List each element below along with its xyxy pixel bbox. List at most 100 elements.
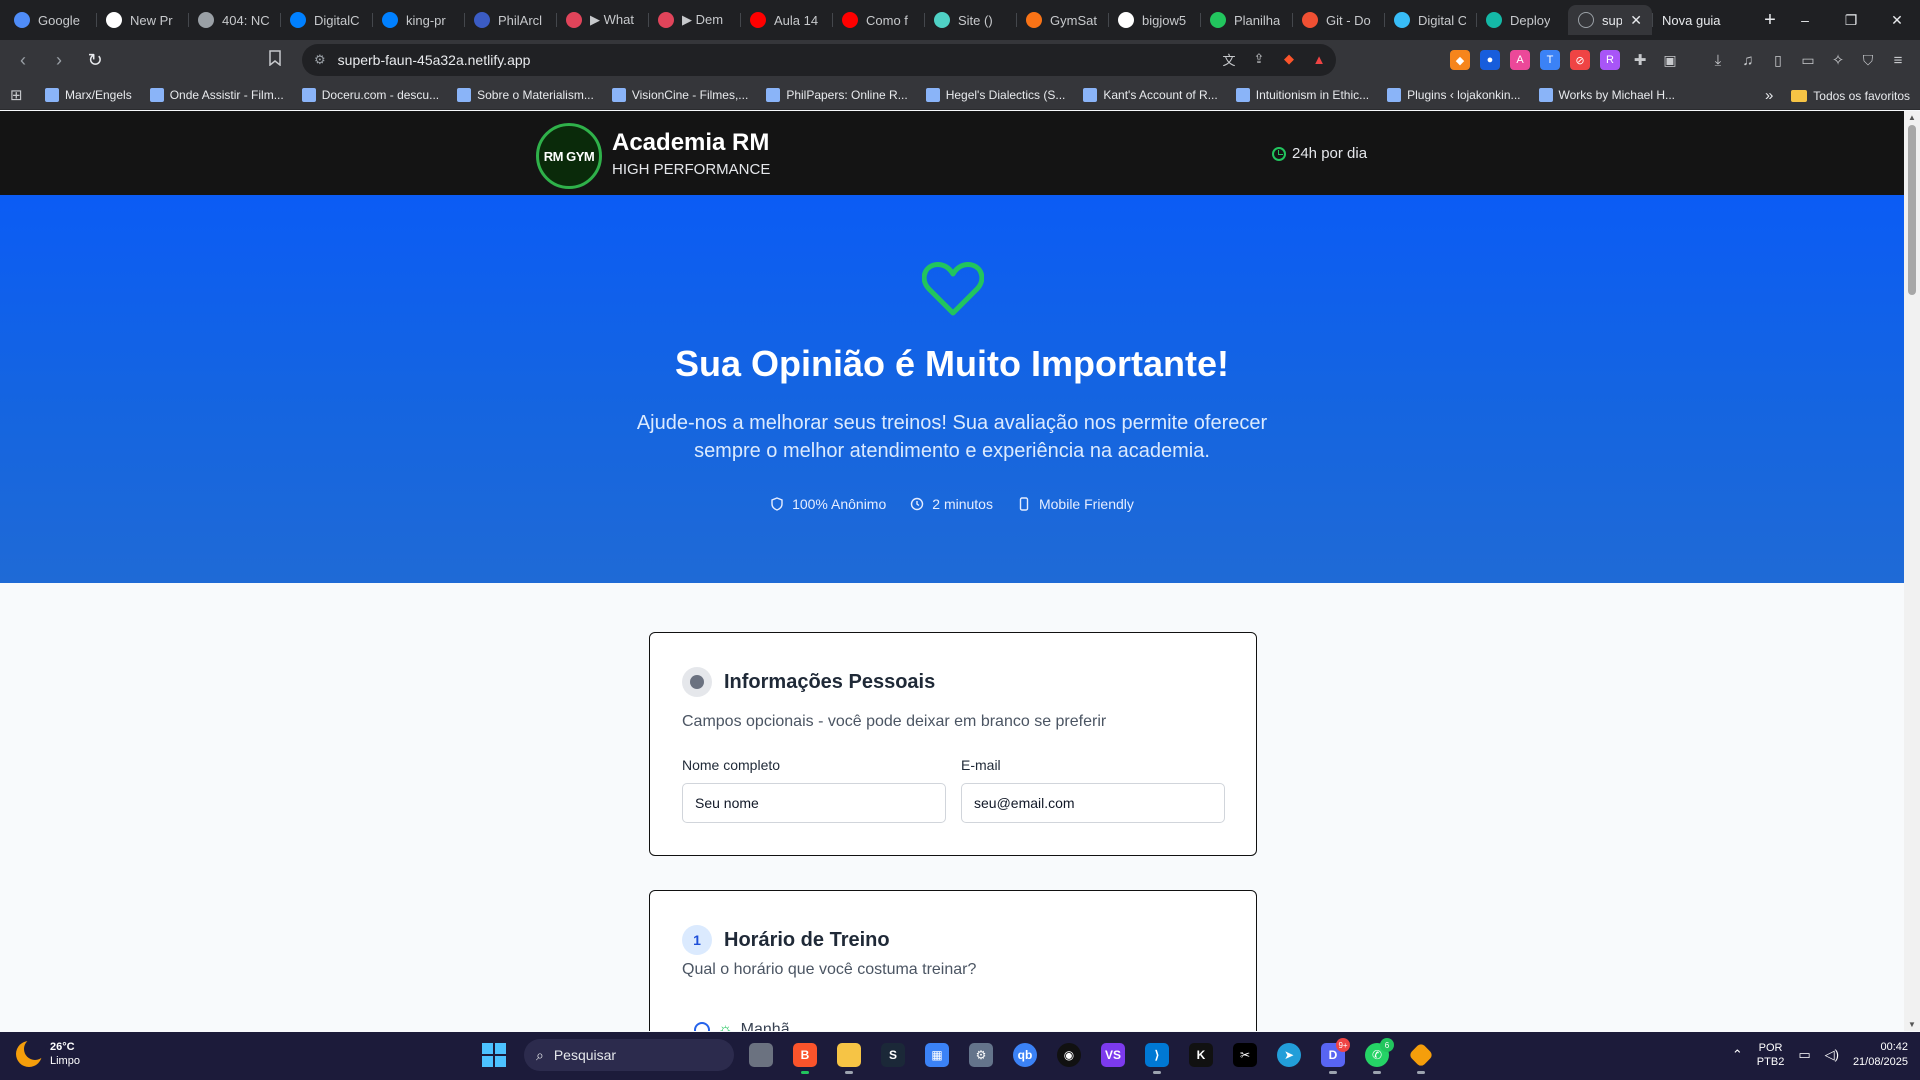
browser-tab[interactable]: New Pr (96, 5, 188, 35)
translator-icon[interactable]: T (1540, 50, 1560, 70)
back-button[interactable]: ‹ (8, 45, 38, 75)
chevron-up-icon[interactable]: ⌃ (1732, 1047, 1743, 1063)
wallet-icon[interactable]: ▭ (1798, 50, 1818, 70)
bookmark-item[interactable]: Intuitionism in Ethic... (1227, 87, 1378, 102)
leo-ai-icon[interactable]: ✧ (1828, 50, 1848, 70)
windows-start-icon[interactable] (482, 1043, 506, 1067)
address-bar[interactable]: ⚙ superb-faun-45a32a.netlify.app 文 ⇪ ◆ ▲ (302, 44, 1336, 76)
weather-widget[interactable]: 26°C Limpo (16, 1038, 80, 1068)
sun-icon: ☼ (718, 1021, 733, 1031)
bookmark-item[interactable]: Sobre o Materialism... (448, 87, 603, 102)
block-icon[interactable]: ⊘ (1570, 50, 1590, 70)
browser-tab[interactable]: Digital C (1384, 5, 1476, 35)
browser-tab[interactable]: Site () (924, 5, 1016, 35)
language-indicator[interactable]: POR PTB2 (1757, 1041, 1785, 1069)
translate-icon[interactable]: 文 (1220, 50, 1238, 68)
file-explorer-icon[interactable] (832, 1038, 866, 1074)
browser-tab[interactable]: Deploy (1476, 5, 1568, 35)
bookmark-item[interactable]: Works by Michael H... (1530, 87, 1684, 102)
browser-tab[interactable]: GymSat (1016, 5, 1108, 35)
weather-desc: Limpo (50, 1055, 80, 1067)
scroll-up-arrow[interactable]: ▲ (1904, 113, 1920, 122)
apps-grid-icon[interactable]: ⊞ (10, 86, 36, 104)
tab-active[interactable]: sup ✕ (1568, 5, 1652, 35)
whatsapp-icon[interactable]: ✆ 6 (1360, 1038, 1394, 1074)
brave-browser-icon[interactable]: B (788, 1038, 822, 1074)
vscode-icon[interactable]: ⟩ (1140, 1038, 1174, 1074)
extension-pink-icon[interactable]: A (1510, 50, 1530, 70)
brave-rewards-icon[interactable]: ▲ (1310, 50, 1328, 68)
close-tab-icon[interactable]: ✕ (1630, 12, 1642, 29)
bookmark-item[interactable]: Onde Assistir - Film... (141, 87, 293, 102)
close-window-button[interactable]: ✕ (1874, 0, 1920, 40)
dot-icon (690, 675, 704, 689)
browser-tab[interactable]: ▶ What (556, 5, 648, 35)
name-input[interactable]: Seu nome (682, 783, 946, 823)
browser-tab-strip: Google New Pr 404: NC DigitalC king-pr PhilAr… (0, 0, 1920, 40)
tab-new-guide[interactable]: Nova guia (1652, 5, 1752, 35)
option-morning[interactable]: ☼ Manhã (694, 1021, 790, 1031)
download-icon[interactable]: ⤓ (1708, 50, 1728, 70)
all-favorites-folder[interactable]: Todos os favoritos (1791, 89, 1910, 103)
browser-tab[interactable]: ▶ Dem (648, 5, 740, 35)
browser-tab[interactable]: DigitalC (280, 5, 372, 35)
scroll-down-arrow[interactable]: ▼ (1904, 1020, 1920, 1029)
minimize-button[interactable]: – (1782, 0, 1828, 40)
bookmark-item[interactable]: Marx/Engels (36, 87, 141, 102)
restore-button[interactable]: ❐ (1828, 0, 1874, 40)
bookmark-item[interactable]: Doceru.com - descu... (293, 87, 448, 102)
bookmarks-more-button[interactable]: » (1765, 87, 1773, 104)
site-info-icon[interactable]: ⚙ (314, 52, 326, 68)
bookmark-item[interactable]: VisionCine - Filmes,... (603, 87, 757, 102)
capcut-icon[interactable]: ✂ (1228, 1038, 1262, 1072)
obs-icon[interactable]: ◉ (1052, 1038, 1086, 1072)
vpn-icon[interactable]: ⛉ (1858, 50, 1878, 70)
browser-tab[interactable]: Google (4, 5, 96, 35)
email-input[interactable]: seu@email.com (961, 783, 1225, 823)
metamask-icon[interactable]: ◆ (1450, 50, 1470, 70)
telegram-icon[interactable]: ➤ (1272, 1038, 1306, 1072)
bitwarden-icon[interactable]: ● (1480, 50, 1500, 70)
reload-button[interactable]: ↻ (80, 45, 110, 75)
sidebar-icon[interactable]: ▯ (1768, 50, 1788, 70)
radio-button[interactable] (694, 1022, 710, 1031)
puzzle-icon[interactable]: ✚ (1630, 50, 1650, 70)
app-diamond-icon[interactable] (1404, 1038, 1438, 1074)
bookmark-icon[interactable] (268, 50, 282, 71)
taskbar-search[interactable]: ⌕ Pesquisar (524, 1039, 734, 1071)
network-icon[interactable]: ▭ (1798, 1047, 1810, 1063)
share-icon[interactable]: ⇪ (1250, 50, 1268, 68)
browser-tab[interactable]: Como f (832, 5, 924, 35)
task-view-icon[interactable] (744, 1038, 778, 1072)
browser-tab[interactable]: 404: NC (188, 5, 280, 35)
scrollbar-thumb[interactable] (1908, 125, 1916, 295)
qbittorrent-icon[interactable]: qb (1008, 1038, 1042, 1072)
media-icon[interactable]: ▣ (1660, 50, 1680, 70)
browser-tab[interactable]: Planilha (1200, 5, 1292, 35)
bookmark-favicon-icon (301, 87, 316, 102)
volume-icon[interactable]: ◁) (1825, 1047, 1839, 1063)
visual-studio-icon[interactable]: VS (1096, 1038, 1130, 1072)
page-scrollbar[interactable]: ▲ ▼ (1904, 111, 1920, 1031)
discord-icon[interactable]: D 9+ (1316, 1038, 1350, 1074)
bookmark-item[interactable]: PhilPapers: Online R... (757, 87, 916, 102)
browser-tab[interactable]: Aula 14 (740, 5, 832, 35)
browser-tab[interactable]: king-pr (372, 5, 464, 35)
browser-tab[interactable]: Git - Do (1292, 5, 1384, 35)
system-clock[interactable]: 00:42 21/08/2025 (1853, 1040, 1908, 1070)
gym-logo[interactable]: RM GYM (536, 123, 602, 189)
bookmark-item[interactable]: Hegel's Dialectics (S... (917, 87, 1075, 102)
music-icon[interactable]: ♫ (1738, 50, 1758, 70)
extension-purple-icon[interactable]: R (1600, 50, 1620, 70)
browser-tab[interactable]: bigjow5 (1108, 5, 1200, 35)
microsoft-store-icon[interactable]: ▦ (920, 1038, 954, 1072)
menu-icon[interactable]: ≡ (1888, 50, 1908, 70)
forward-button[interactable]: › (44, 45, 74, 75)
kotlin-icon[interactable]: K (1184, 1038, 1218, 1072)
brave-shield-icon[interactable]: ◆ (1280, 50, 1298, 68)
browser-tab[interactable]: PhilArcl (464, 5, 556, 35)
app-icon[interactable]: ⚙ (964, 1038, 998, 1072)
bookmark-item[interactable]: Kant's Account of R... (1074, 87, 1226, 102)
steam-icon[interactable]: S (876, 1038, 910, 1072)
bookmark-item[interactable]: Plugins ‹ lojakonkin... (1378, 87, 1529, 102)
